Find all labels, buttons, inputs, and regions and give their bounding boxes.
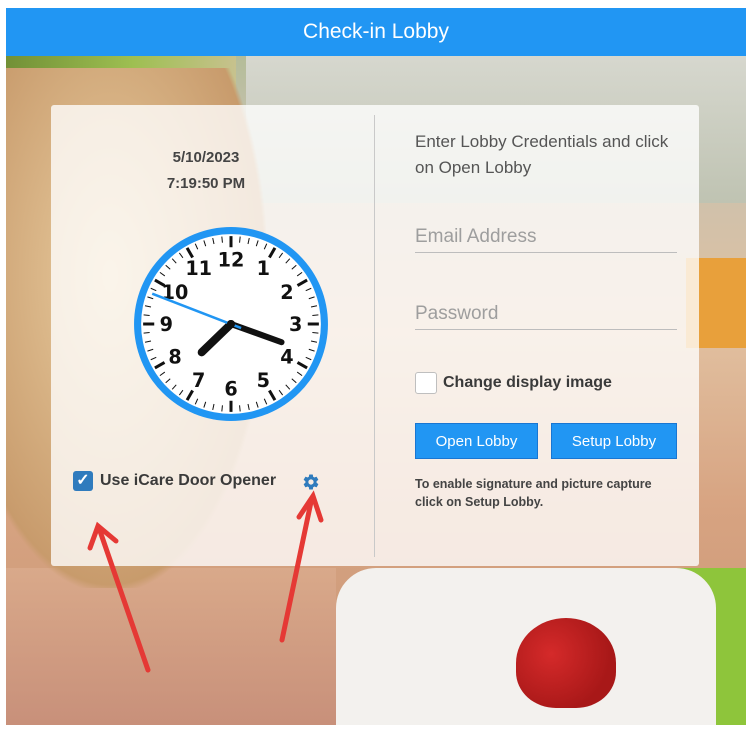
login-card: 5/10/2023 7:19:50 PM 12 1 2 3 4 5 6 7 8 9 10 11 ✓ U…	[51, 105, 699, 566]
current-date: 5/10/2023	[172, 149, 240, 166]
login-instructions: Enter Lobby Credentials and click on Ope…	[415, 132, 669, 177]
door-opener-checkbox[interactable]: ✓	[73, 471, 93, 491]
clock-tick	[143, 332, 150, 334]
clock-numeral: 3	[289, 313, 302, 336]
change-image-checkbox[interactable]	[415, 372, 437, 394]
clock-numeral: 4	[280, 345, 293, 368]
email-field[interactable]	[415, 222, 677, 253]
setup-lobby-button[interactable]: Setup Lobby	[551, 423, 677, 459]
gear-icon[interactable]	[302, 473, 320, 491]
clock-numeral: 9	[160, 313, 173, 336]
password-field[interactable]	[415, 299, 677, 330]
analog-clock: 12 12 3 45678 9 1011	[134, 227, 328, 421]
clock-tick	[221, 405, 223, 412]
background-photo-part	[6, 568, 336, 725]
clock-numeral: 5	[257, 369, 270, 392]
clock-tick	[221, 236, 223, 243]
clock-numeral: 6	[224, 378, 237, 401]
open-lobby-button[interactable]: Open Lobby	[415, 423, 538, 459]
header-bar: Check-in Lobby	[6, 8, 746, 56]
change-image-label: Change display image	[443, 374, 612, 391]
clock-center	[226, 319, 236, 329]
clock-numeral: 7	[192, 369, 205, 392]
clock-numeral: 11	[185, 257, 212, 280]
setup-note: To enable signature and picture capture …	[415, 477, 652, 509]
clock-tick	[143, 314, 150, 316]
clock-tick	[312, 314, 319, 316]
page-title: Check-in Lobby	[303, 20, 449, 43]
clock-tick	[239, 405, 241, 412]
card-divider	[374, 115, 375, 557]
clock-numeral: 8	[168, 345, 181, 368]
clock-numeral: 10	[162, 281, 189, 304]
lobby-window: Check-in Lobby 5/10/2023 7:19:50 PM 12 1 2…	[6, 8, 746, 725]
clock-numeral: 12	[218, 248, 245, 271]
clock-tick	[239, 236, 241, 243]
clock-numeral: 2	[280, 281, 293, 304]
clock-tick	[312, 332, 319, 334]
background-photo-part	[516, 618, 616, 708]
current-time: 7:19:50 PM	[166, 175, 246, 192]
door-opener-label: Use iCare Door Opener	[100, 472, 277, 489]
clock-numeral: 1	[257, 257, 270, 280]
